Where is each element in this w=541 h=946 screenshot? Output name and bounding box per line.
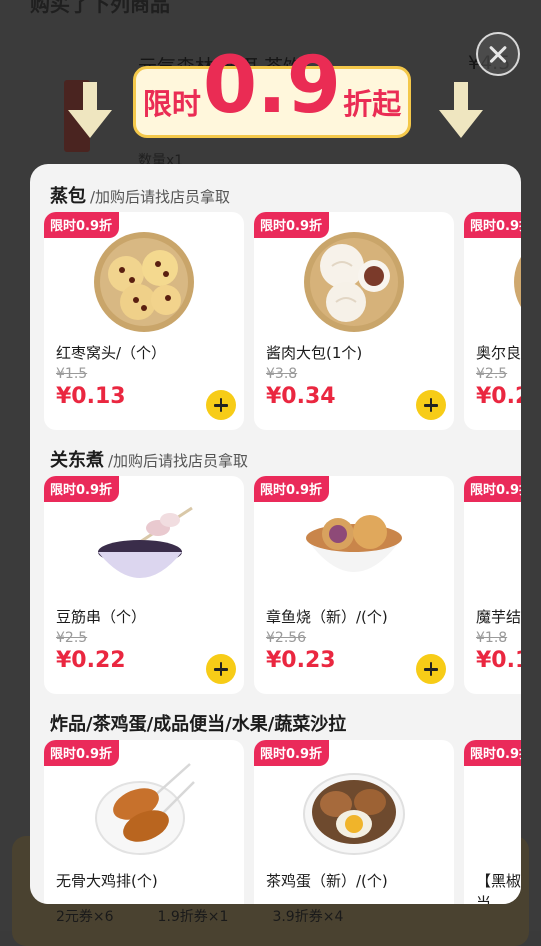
arrow-down-icon	[68, 82, 112, 140]
tea-egg-icon	[302, 758, 406, 862]
product-card[interactable]: 限时0.9折 【黑椒 当	[464, 740, 521, 904]
section-title-text: 蒸包	[50, 186, 86, 207]
add-to-cart-button[interactable]	[206, 654, 236, 684]
original-price: ¥1.8	[476, 630, 508, 646]
product-name: 酱肉大包(1个)	[266, 344, 363, 362]
section-title-text: 关东煮	[50, 450, 104, 471]
sale-price: ¥0.34	[266, 384, 336, 409]
product-card[interactable]: 限时0.9折 无骨大鸡排(个)	[44, 740, 244, 904]
product-name: 无骨大鸡排(个)	[56, 872, 158, 890]
product-card[interactable]: 限时0.9折 豆筋串（个） ¥2.5 ¥0.22	[44, 476, 244, 694]
sale-price: ¥0.13	[56, 384, 126, 409]
sale-price: ¥0.1	[476, 648, 521, 673]
product-name: 【黑椒	[476, 872, 521, 890]
discount-panel: 蒸包/加购后请找店员拿取 限时0.9折 红枣窝头/（个） ¥1.5 ¥0.13	[30, 164, 521, 904]
product-card[interactable]: 限时0.9折 茶鸡蛋（新）/(个)	[254, 740, 454, 904]
add-to-cart-button[interactable]	[416, 654, 446, 684]
discount-badge: 限时0.9折	[464, 476, 521, 502]
product-card[interactable]: 限时0.9折 酱肉大包(1个) ¥3.8 ¥0.34	[254, 212, 454, 430]
section-title-text: 炸品/茶鸡蛋/成品便当/水果/蔬菜沙拉	[50, 714, 347, 735]
section-hint: /加购后请找店员拿取	[90, 188, 231, 206]
promo-discount: 0.9	[202, 41, 342, 131]
original-price: ¥2.5	[56, 630, 88, 646]
original-price: ¥2.5	[476, 366, 508, 382]
discount-badge: 限时0.9折	[464, 212, 521, 238]
product-name: 奥尔良	[476, 344, 521, 362]
product-card[interactable]: 限时0.9折 红枣窝头/（个） ¥1.5 ¥0.13	[44, 212, 244, 430]
bun-icon	[510, 230, 521, 334]
product-name: 魔芋结	[476, 608, 521, 626]
product-card[interactable]: 限时0.9折 章鱼烧（新）/(个) ¥2.56 ¥0.23	[254, 476, 454, 694]
discount-badge: 限时0.9折	[464, 740, 521, 766]
wotou-icon	[92, 230, 196, 334]
bg-coupon-list: 2元券×6 1.9折券×1 3.9折券×4	[56, 906, 343, 926]
sale-price: ¥0.2	[476, 384, 521, 409]
product-name: 茶鸡蛋（新）/(个)	[266, 872, 388, 890]
product-name: 红枣窝头/（个）	[56, 344, 167, 362]
product-name: 豆筋串（个）	[56, 608, 147, 626]
discount-badge: 限时0.9折	[254, 476, 330, 502]
sale-price: ¥0.22	[56, 648, 126, 673]
original-price: ¥1.5	[56, 366, 88, 382]
add-to-cart-button[interactable]	[206, 390, 236, 420]
promo-prefix: 限时	[142, 87, 201, 121]
discount-badge: 限时0.9折	[44, 212, 120, 238]
arrow-down-icon	[439, 82, 483, 140]
original-price: ¥3.8	[266, 366, 298, 382]
discount-badge: 限时0.9折	[254, 212, 330, 238]
product-name-line2: 当	[476, 894, 492, 904]
baozi-icon	[302, 230, 406, 334]
section-hint: /加购后请找店员拿取	[108, 452, 249, 470]
bg-coupon: 1.9折券×1	[157, 909, 229, 925]
promo-suffix: 折起	[343, 87, 402, 121]
discount-badge: 限时0.9折	[44, 740, 120, 766]
discount-badge: 限时0.9折	[254, 740, 330, 766]
section-title-fried-eggs-bento: 炸品/茶鸡蛋/成品便当/水果/蔬菜沙拉	[50, 710, 346, 736]
chicken-cutlet-icon	[92, 758, 196, 862]
takoyaki-icon	[302, 494, 406, 598]
original-price: ¥2.56	[266, 630, 307, 646]
section-title-steamed-buns: 蒸包/加购后请找店员拿取	[50, 182, 230, 208]
section-title-oden: 关东煮/加购后请找店员拿取	[50, 446, 248, 472]
product-card[interactable]: 限时0.9折 魔芋结 ¥1.8 ¥0.1	[464, 476, 521, 694]
discount-badge: 限时0.9折	[44, 476, 120, 502]
sale-price: ¥0.23	[266, 648, 336, 673]
bg-coupon: 3.9折券×4	[272, 909, 344, 925]
bg-coupon: 2元券×6	[56, 909, 114, 925]
close-icon[interactable]	[476, 32, 520, 76]
product-card[interactable]: 限时0.9折 奥尔良 ¥2.5 ¥0.2	[464, 212, 521, 430]
promo-banner: 限时 0.9 折起	[133, 47, 411, 138]
add-to-cart-button[interactable]	[416, 390, 446, 420]
product-name: 章鱼烧（新）/(个)	[266, 608, 388, 626]
bg-header-text: 购买了下列商品	[30, 0, 170, 16]
skewer-bowl-icon	[92, 494, 196, 598]
